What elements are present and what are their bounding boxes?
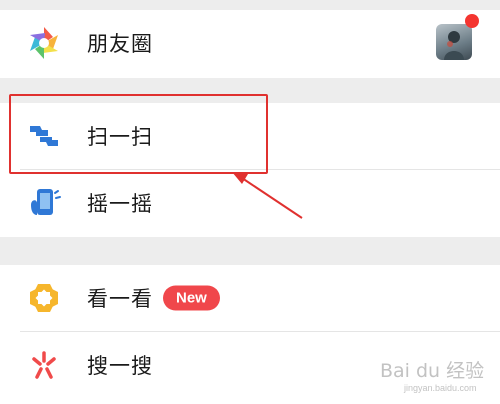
avatar[interactable] xyxy=(436,24,472,60)
menu-item-shake[interactable]: 摇一摇 xyxy=(0,170,500,236)
new-badge: New xyxy=(163,285,220,311)
search-sparkle-icon xyxy=(32,351,56,379)
aperture-icon xyxy=(30,27,58,59)
top-stories-icon xyxy=(30,284,58,312)
moments-group: 朋友圈 xyxy=(0,10,500,78)
menu-item-top-stories[interactable]: 看一看 New xyxy=(0,265,500,331)
notification-dot xyxy=(465,14,479,28)
shake-phone-icon xyxy=(31,189,61,215)
top-stories-label: 看一看 xyxy=(87,287,153,311)
menu-item-moments[interactable]: 朋友圈 xyxy=(0,10,500,76)
watermark-url: jingyan.baidu.com xyxy=(404,383,477,393)
watermark: Bai du 经验 xyxy=(380,360,485,382)
search-label: 搜一搜 xyxy=(87,354,153,378)
moments-label: 朋友圈 xyxy=(87,32,153,56)
shake-label: 摇一摇 xyxy=(87,192,153,216)
highlight-box xyxy=(9,94,268,174)
avatar-image xyxy=(444,31,464,60)
